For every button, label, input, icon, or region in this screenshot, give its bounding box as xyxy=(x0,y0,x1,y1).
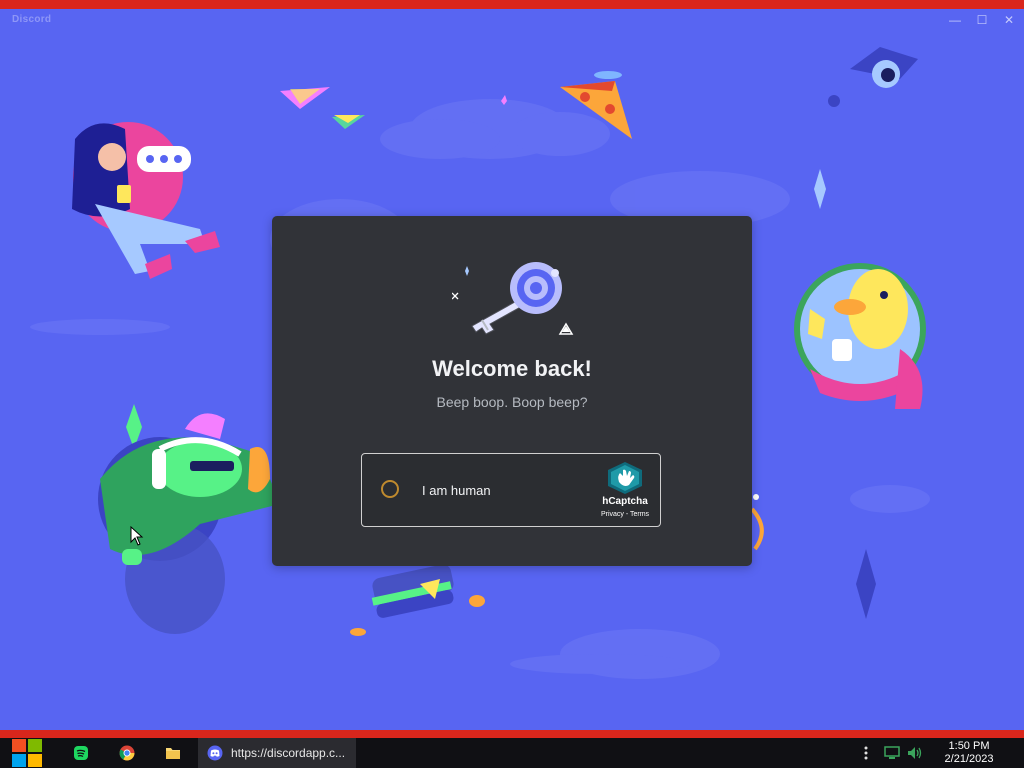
captcha-checkbox[interactable] xyxy=(381,480,399,498)
app-title: Discord xyxy=(12,14,52,25)
terms-link[interactable]: Terms xyxy=(630,511,649,518)
more-options-icon[interactable] xyxy=(860,738,872,768)
hcaptcha-links: Privacy - Terms xyxy=(582,511,668,518)
chrome-icon[interactable] xyxy=(112,738,142,768)
discord-window: Discord — ☐ ✕ Welcome back! Beep boop. B… xyxy=(0,9,1024,730)
modal-subtitle: Beep boop. Boop beep? xyxy=(436,394,588,410)
folder-icon[interactable] xyxy=(158,738,188,768)
captcha-checkbox-label[interactable]: I am human xyxy=(422,483,491,498)
privacy-link[interactable]: Privacy xyxy=(601,511,624,518)
desktop-background-bottom xyxy=(0,730,1024,738)
system-clock[interactable]: 1:50 PM 2/21/2023 xyxy=(936,740,1002,766)
taskbar-discord-window[interactable]: https://discordapp.c... xyxy=(198,738,356,768)
woman-illustration xyxy=(72,122,220,279)
dragon-illustration xyxy=(98,413,280,634)
windows-start-icon[interactable] xyxy=(8,738,46,768)
clock-date: 2/21/2023 xyxy=(944,753,994,765)
mouse-cursor-icon xyxy=(130,526,144,546)
eyeball-creature xyxy=(828,47,918,107)
hcaptcha-widget: I am human hCaptcha Privacy - Terms xyxy=(361,453,661,527)
sandwich-illustration xyxy=(350,564,485,636)
minimize-button[interactable]: — xyxy=(944,11,966,29)
spotify-icon[interactable] xyxy=(66,738,96,768)
taskbar: https://discordapp.c... 1:50 PM 2/21/202… xyxy=(0,738,1024,768)
clock-time: 1:50 PM xyxy=(948,740,990,752)
key-icon xyxy=(452,262,574,335)
network-icon[interactable] xyxy=(882,738,902,768)
close-button[interactable]: ✕ xyxy=(998,11,1020,29)
discord-icon xyxy=(207,745,223,761)
desktop-background-top xyxy=(0,0,1024,9)
duck-illustration xyxy=(794,263,926,409)
hcaptcha-brand: hCaptcha xyxy=(602,496,648,507)
hcaptcha-logo-icon xyxy=(608,462,642,494)
title-bar: Discord — ☐ ✕ xyxy=(0,9,1024,31)
modal-title: Welcome back! xyxy=(432,356,592,381)
captcha-dialog: Welcome back! Beep boop. Boop beep? I am… xyxy=(272,216,752,566)
volume-icon[interactable] xyxy=(905,738,925,768)
maximize-button[interactable]: ☐ xyxy=(971,11,993,29)
taskbar-window-label: https://discordapp.c... xyxy=(231,746,346,760)
